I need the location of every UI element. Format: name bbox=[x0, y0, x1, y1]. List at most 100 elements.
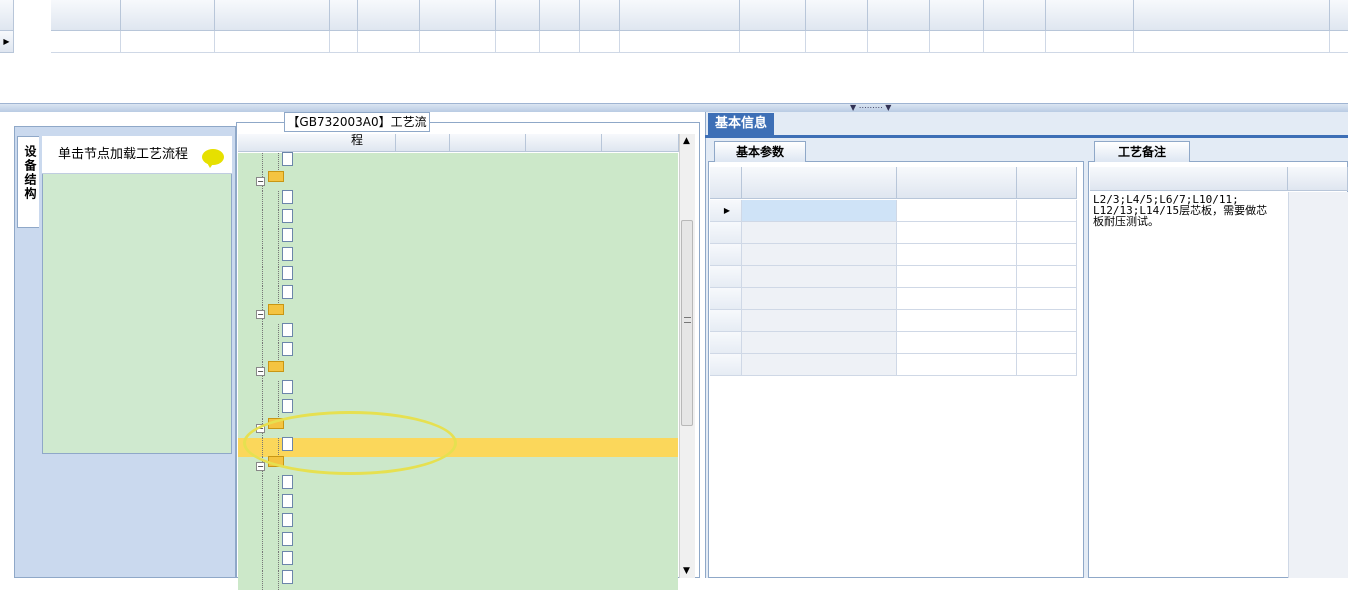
param-value[interactable] bbox=[897, 266, 1017, 288]
notes-column-header[interactable] bbox=[1288, 167, 1348, 191]
grid-column-header[interactable] bbox=[330, 0, 358, 31]
collapse-icon[interactable]: − bbox=[256, 367, 265, 376]
scroll-up-icon[interactable]: ▲ bbox=[683, 136, 690, 146]
grid-cell[interactable] bbox=[984, 31, 1046, 53]
process-note-text[interactable]: L2/3;L4/5;L6/7;L10/11; L12/13;L14/15层芯板，… bbox=[1093, 194, 1279, 227]
grid-cell[interactable] bbox=[330, 31, 358, 53]
collapse-icon[interactable]: − bbox=[256, 462, 265, 471]
grid-cell[interactable] bbox=[1134, 31, 1330, 53]
param-row[interactable] bbox=[710, 288, 1080, 310]
grid-column-header[interactable] bbox=[121, 0, 215, 31]
grid-cell[interactable] bbox=[358, 31, 420, 53]
grid-column-header[interactable] bbox=[930, 0, 984, 31]
grid-column-header[interactable] bbox=[806, 0, 868, 31]
process-column-header[interactable] bbox=[602, 134, 679, 152]
grid-cell[interactable] bbox=[868, 31, 930, 53]
tab-basic-params[interactable]: 基本参数 bbox=[714, 141, 806, 162]
process-row[interactable] bbox=[238, 570, 678, 590]
process-row[interactable] bbox=[238, 266, 678, 286]
grid-column-header[interactable] bbox=[420, 0, 496, 31]
grid-column-header[interactable] bbox=[215, 0, 330, 31]
grid-column-header[interactable] bbox=[984, 0, 1046, 31]
param-row[interactable] bbox=[710, 244, 1080, 266]
param-row[interactable] bbox=[710, 332, 1080, 354]
param-value[interactable] bbox=[897, 332, 1017, 354]
param-column-header[interactable] bbox=[742, 167, 897, 199]
process-row[interactable]: − bbox=[238, 361, 678, 381]
scrollbar-thumb[interactable] bbox=[681, 220, 693, 426]
param-value[interactable] bbox=[897, 200, 1017, 222]
grid-column-header[interactable] bbox=[496, 0, 540, 31]
grid-cell[interactable] bbox=[1330, 31, 1348, 53]
process-row[interactable]: − bbox=[238, 171, 678, 191]
row-selector[interactable] bbox=[710, 266, 742, 288]
grid-column-header[interactable] bbox=[540, 0, 580, 31]
grid-cell[interactable] bbox=[930, 31, 984, 53]
notes-column-header[interactable] bbox=[1090, 167, 1288, 191]
param-value[interactable] bbox=[897, 288, 1017, 310]
param-row[interactable] bbox=[710, 354, 1080, 376]
row-selector[interactable] bbox=[710, 332, 742, 354]
grid-column-header[interactable] bbox=[358, 0, 420, 31]
grid-cell[interactable] bbox=[806, 31, 868, 53]
grid-cell[interactable] bbox=[121, 31, 215, 53]
param-column-header[interactable] bbox=[1017, 167, 1077, 199]
param-row[interactable] bbox=[710, 310, 1080, 332]
process-row[interactable] bbox=[238, 285, 678, 305]
grid-cell[interactable] bbox=[540, 31, 580, 53]
row-selector[interactable] bbox=[710, 354, 742, 376]
process-row[interactable] bbox=[238, 209, 678, 229]
process-column-header[interactable] bbox=[526, 134, 602, 152]
param-row[interactable] bbox=[710, 266, 1080, 288]
grid-cell[interactable] bbox=[740, 31, 806, 53]
tab-basic-info[interactable]: 基本信息 bbox=[708, 113, 774, 136]
process-row[interactable] bbox=[238, 494, 678, 514]
param-value[interactable] bbox=[897, 354, 1017, 376]
grid-cell[interactable] bbox=[496, 31, 540, 53]
param-row[interactable]: ▶ bbox=[710, 200, 1080, 222]
grid-cell[interactable] bbox=[1046, 31, 1134, 53]
process-row[interactable] bbox=[238, 228, 678, 248]
process-row[interactable] bbox=[238, 380, 678, 400]
process-column-header[interactable] bbox=[238, 134, 396, 152]
row-selector[interactable] bbox=[710, 244, 742, 266]
process-row[interactable] bbox=[238, 513, 678, 533]
row-selector[interactable] bbox=[710, 310, 742, 332]
process-row[interactable] bbox=[238, 323, 678, 343]
process-row[interactable] bbox=[238, 532, 678, 552]
param-column-header[interactable] bbox=[897, 167, 1017, 199]
grid-cell[interactable] bbox=[420, 31, 496, 53]
param-row[interactable] bbox=[710, 222, 1080, 244]
process-row[interactable] bbox=[238, 190, 678, 210]
grid-cell[interactable] bbox=[51, 31, 121, 53]
horizontal-splitter[interactable]: ▼ ⋯⋯⋯ ▼ bbox=[0, 104, 1348, 112]
grid-column-header[interactable] bbox=[620, 0, 740, 31]
equipment-tree[interactable] bbox=[42, 136, 232, 454]
collapse-icon[interactable]: − bbox=[256, 310, 265, 319]
process-column-header[interactable] bbox=[450, 134, 526, 152]
process-row[interactable] bbox=[238, 247, 678, 267]
tab-process-notes[interactable]: 工艺备注 bbox=[1094, 141, 1190, 162]
grid-cell[interactable] bbox=[580, 31, 620, 53]
row-selector[interactable] bbox=[710, 222, 742, 244]
process-row[interactable] bbox=[238, 475, 678, 495]
process-column-header[interactable] bbox=[396, 134, 450, 152]
process-row[interactable] bbox=[238, 551, 678, 571]
process-row[interactable] bbox=[238, 152, 678, 172]
grid-column-header[interactable] bbox=[1046, 0, 1134, 31]
grid-column-header[interactable] bbox=[868, 0, 930, 31]
grid-column-header[interactable] bbox=[580, 0, 620, 31]
tab-equipment-structure[interactable]: 设备结构 bbox=[17, 136, 39, 228]
process-row[interactable]: − bbox=[238, 304, 678, 324]
collapse-icon[interactable]: − bbox=[256, 177, 265, 186]
grid-column-header[interactable] bbox=[51, 0, 121, 31]
grid-cell[interactable] bbox=[620, 31, 740, 53]
grid-column-header[interactable] bbox=[740, 0, 806, 31]
row-selector[interactable] bbox=[710, 288, 742, 310]
param-value[interactable] bbox=[897, 244, 1017, 266]
grid-column-header[interactable] bbox=[1330, 0, 1348, 31]
param-value[interactable] bbox=[897, 310, 1017, 332]
param-value[interactable] bbox=[897, 222, 1017, 244]
grid-cell[interactable] bbox=[215, 31, 330, 53]
grid-column-header[interactable] bbox=[1134, 0, 1330, 31]
